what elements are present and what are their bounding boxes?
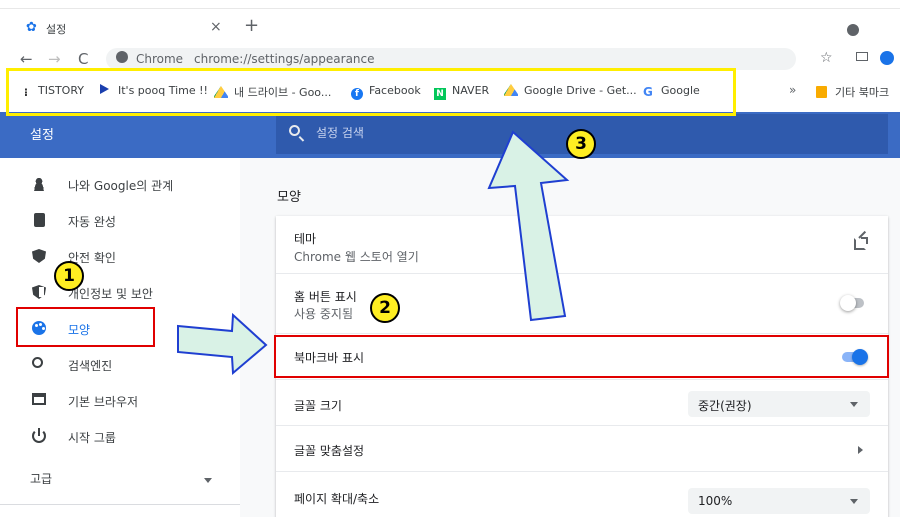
theme-row[interactable]: 테마 Chrome 웹 스토어 열기 xyxy=(276,216,888,274)
browser-toolbar: ← → C Chrome chrome://settings/appearanc… xyxy=(0,46,900,74)
reload-button[interactable]: C xyxy=(78,50,88,68)
url-text[interactable]: chrome://settings/appearance xyxy=(194,52,375,66)
page-zoom-row: 페이지 확대/축소 100% xyxy=(276,472,888,517)
sidebar-item-on-startup[interactable]: 시작 그룹 xyxy=(0,418,240,454)
naver-icon: N xyxy=(434,88,446,100)
settings-header: 설정 xyxy=(0,112,900,158)
google-drive-icon xyxy=(504,84,518,96)
shield-check-icon xyxy=(32,249,46,263)
tab-strip: ✿ 설정 × + xyxy=(0,0,900,46)
dropdown-arrow-icon xyxy=(850,402,858,407)
reading-list-icon[interactable] xyxy=(856,52,868,61)
sidebar-advanced-toggle[interactable]: 고급 xyxy=(0,464,240,496)
sidebar-item-default-browser[interactable]: 기본 브라우저 xyxy=(0,382,240,418)
settings-main: 모양 테마 Chrome 웹 스토어 열기 홈 버튼 표시 사용 중지됨 북마크… xyxy=(240,158,900,517)
clipboard-icon xyxy=(34,213,45,227)
sidebar-divider xyxy=(0,504,240,505)
new-tab-button[interactable]: + xyxy=(244,15,259,36)
home-button-toggle[interactable] xyxy=(840,294,866,312)
home-button-row[interactable]: 홈 버튼 표시 사용 중지됨 xyxy=(276,274,888,334)
chrome-site-icon xyxy=(116,51,128,63)
shield-icon xyxy=(32,285,46,299)
gear-icon: ✿ xyxy=(26,20,37,35)
facebook-icon: f xyxy=(351,88,363,100)
bookmark-my-drive[interactable]: 내 드라이브 - Goo... xyxy=(214,84,331,100)
external-link-icon[interactable] xyxy=(854,237,868,250)
step-badge-2: 2 xyxy=(370,293,400,323)
palette-icon xyxy=(32,321,46,335)
dropdown-arrow-icon xyxy=(850,499,858,504)
toggle-knob xyxy=(852,349,868,365)
power-icon xyxy=(32,428,46,443)
address-bar[interactable]: Chrome chrome://settings/appearance xyxy=(106,48,796,70)
bookmark-google-drive[interactable]: Google Drive - Get... xyxy=(504,84,637,100)
pooq-icon xyxy=(100,84,109,94)
bookmark-tistory[interactable]: ⁝ TISTORY xyxy=(20,84,84,100)
bookmark-google[interactable]: G Google xyxy=(643,84,700,100)
sidebar-item-autofill[interactable]: 자동 완성 xyxy=(0,202,240,238)
toggle-knob xyxy=(840,295,856,311)
chevron-down-icon xyxy=(204,478,212,483)
appearance-card: 테마 Chrome 웹 스토어 열기 홈 버튼 표시 사용 중지됨 북마크바 표… xyxy=(276,216,888,517)
sidebar-item-safety-check[interactable]: 안전 확인 xyxy=(0,238,240,274)
sidebar-item-you-and-google[interactable]: 나와 Google의 관계 xyxy=(0,166,240,202)
sidebar-item-search-engine[interactable]: 검색엔진 xyxy=(0,346,240,382)
customize-fonts-row[interactable]: 글꼴 맞춤설정 xyxy=(276,426,888,472)
sidebar-item-appearance[interactable]: 모양 xyxy=(0,310,240,346)
section-title: 모양 xyxy=(277,190,301,205)
page-title: 설정 xyxy=(30,128,54,143)
google-icon: G xyxy=(643,85,653,99)
site-name: Chrome xyxy=(136,52,184,66)
font-size-select[interactable]: 중간(권장) xyxy=(688,391,870,417)
other-bookmarks-folder[interactable]: 기타 북마크 xyxy=(816,84,889,100)
step-badge-3: 3 xyxy=(566,129,596,159)
search-icon xyxy=(32,357,43,368)
person-icon xyxy=(32,177,46,191)
sidebar-item-privacy-security[interactable]: 개인정보 및 보안 xyxy=(0,274,240,310)
bookmark-naver[interactable]: N NAVER xyxy=(434,84,489,100)
settings-search-input[interactable] xyxy=(316,123,716,143)
step-badge-1: 1 xyxy=(54,261,84,291)
tab-close-button[interactable]: × xyxy=(210,19,222,35)
chevron-right-icon xyxy=(858,446,863,454)
tab-strip-edge xyxy=(0,8,900,9)
google-drive-icon xyxy=(214,86,228,98)
tab-title: 설정 xyxy=(46,23,67,36)
folder-icon xyxy=(816,86,827,98)
search-icon xyxy=(289,125,300,136)
tistory-icon: ⁝ xyxy=(23,86,29,99)
bookmarks-overflow-button[interactable]: » xyxy=(789,83,796,97)
tab-settings[interactable]: ✿ 설정 × xyxy=(14,18,234,42)
bookmarks-bar-row[interactable]: 북마크바 표시 xyxy=(276,334,888,380)
profile-avatar[interactable] xyxy=(880,51,894,65)
bookmarks-bar-toggle[interactable] xyxy=(840,348,868,366)
forward-button[interactable]: → xyxy=(48,50,61,68)
browser-window-icon xyxy=(32,393,46,405)
bookmark-pooq[interactable]: It's pooq Time !! xyxy=(100,84,208,100)
bookmark-star-icon[interactable]: ☆ xyxy=(820,50,833,66)
chrome-profile-icon[interactable] xyxy=(847,24,859,36)
font-size-row: 글꼴 크기 중간(권장) xyxy=(276,380,888,426)
bookmark-facebook[interactable]: f Facebook xyxy=(351,84,421,100)
bookmarks-bar: ⁝ TISTORY It's pooq Time !! 내 드라이브 - Goo.… xyxy=(0,74,900,108)
back-button[interactable]: ← xyxy=(20,50,33,68)
settings-sidebar: 나와 Google의 관계 자동 완성 안전 확인 개인정보 및 보안 모양 검… xyxy=(0,158,240,517)
page-zoom-select[interactable]: 100% xyxy=(688,488,870,514)
